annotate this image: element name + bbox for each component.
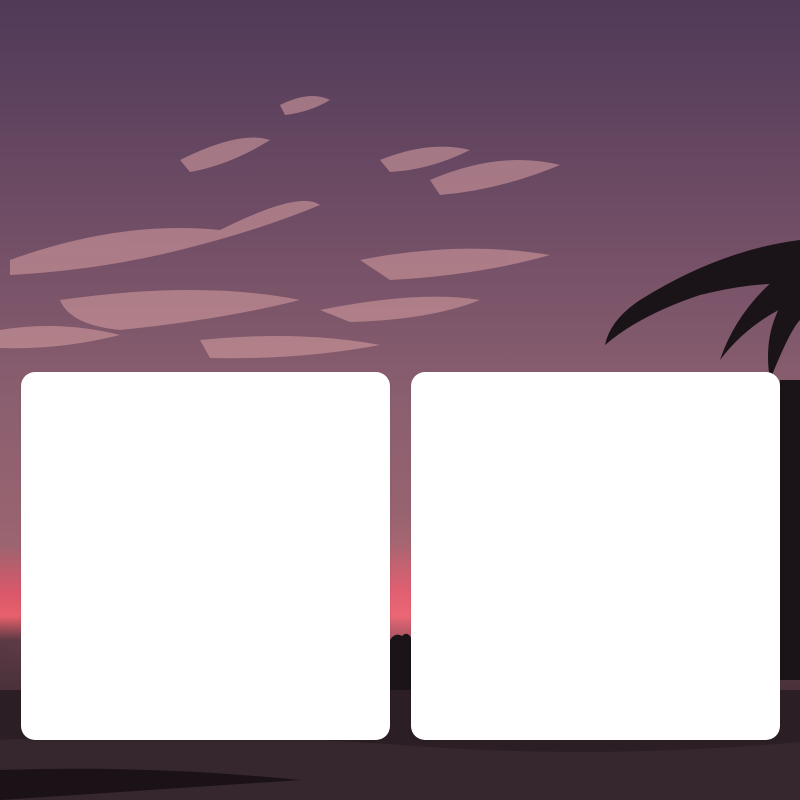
widget-card-left[interactable] (21, 372, 390, 740)
widget-card-right[interactable] (411, 372, 780, 740)
home-screen (0, 0, 800, 800)
